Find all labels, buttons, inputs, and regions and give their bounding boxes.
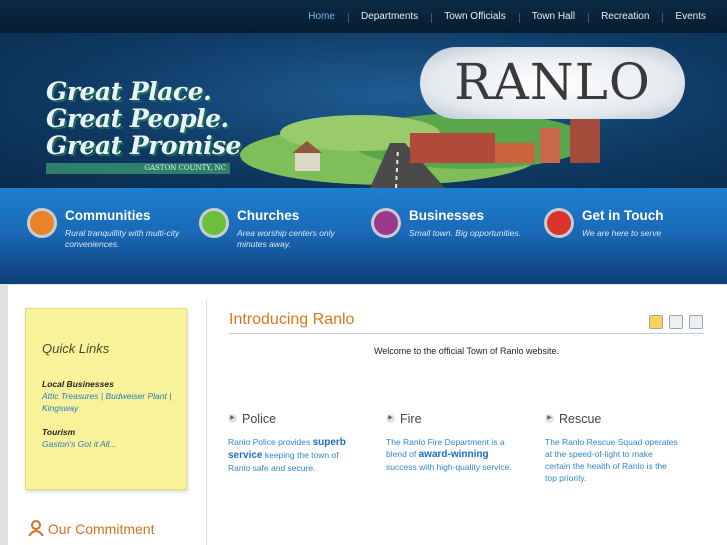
check-icon — [27, 208, 57, 238]
nav-town-officials[interactable]: Town Officials — [431, 11, 519, 23]
quick-links-business-links[interactable]: Attic Treasures | Budweiser Plant | King… — [42, 390, 172, 414]
tagline: Great Place. Great People. Great Promise… — [46, 77, 250, 160]
tagline-line-3: Great Promise. — [46, 131, 250, 160]
feature-title: Businesses — [409, 208, 485, 223]
feature-title: Churches — [237, 208, 300, 223]
feature-desc: Small town. Big opportunities. — [409, 228, 521, 238]
rescue-column: Rescue The Ranlo Rescue Squad operates a… — [545, 412, 680, 484]
top-navigation: Home Departments Town Officials Town Hal… — [0, 0, 727, 33]
nav-recreation[interactable]: Recreation — [588, 11, 662, 23]
police-text: Ranlo Police provides superb service kee… — [228, 437, 346, 473]
page-tools — [649, 315, 703, 329]
card-icon — [371, 208, 401, 238]
feature-bar: Communities Rural tranquillity with mult… — [0, 188, 727, 284]
commitment-label: Our Commitment — [47, 521, 155, 537]
ranlo-logo: RANLO — [420, 47, 685, 119]
person-icon — [28, 520, 44, 537]
commitment-heading: Our Commitment — [28, 520, 154, 537]
fire-column: Fire The Ranlo Fire Department is a blen… — [386, 412, 521, 473]
fire-text: The Ranlo Fire Department is a blend of … — [386, 437, 512, 472]
feature-title: Communities — [65, 208, 151, 223]
column-divider — [206, 300, 207, 545]
welcome-text: Welcome to the official Town of Ranlo we… — [373, 346, 560, 356]
quick-links-tourism-link[interactable]: Gaston's Got it All... — [42, 438, 172, 450]
email-icon[interactable] — [689, 315, 703, 329]
nav-departments[interactable]: Departments — [347, 11, 431, 23]
rescue-text: The Ranlo Rescue Squad operates at the s… — [545, 437, 678, 483]
page-title: Introducing Ranlo — [229, 311, 355, 328]
quick-links-note: Quick Links Local Businesses Attic Treas… — [25, 308, 187, 490]
feature-desc: We are here to serve — [582, 228, 662, 238]
nav-town-hall[interactable]: Town Hall — [518, 11, 588, 23]
arrow-right-icon — [199, 208, 229, 238]
tagline-line-2: Great People. — [46, 104, 229, 133]
print-icon[interactable] — [669, 315, 683, 329]
police-heading[interactable]: Police — [228, 412, 363, 426]
feature-desc: Area worship centers only minutes away. — [237, 228, 335, 249]
tagline-line-1: Great Place. — [46, 77, 212, 106]
logo-text: RANLO — [454, 53, 651, 111]
police-column: Police Ranlo Police provides superb serv… — [228, 412, 363, 474]
quick-links-section-title: Tourism — [42, 427, 76, 437]
nav-events[interactable]: Events — [662, 11, 719, 23]
bookmark-icon[interactable] — [649, 315, 663, 329]
header-banner: Great Place. Great People. Great Promise… — [0, 33, 727, 188]
quick-links-section-title: Local Businesses — [42, 379, 114, 389]
county-label: GASTON COUNTY, NC — [46, 163, 230, 174]
feature-desc: Rural tranquillity with multi-city conve… — [65, 228, 180, 249]
fire-heading[interactable]: Fire — [386, 412, 521, 426]
quick-links-heading: Quick Links — [42, 341, 110, 356]
rescue-heading[interactable]: Rescue — [545, 412, 680, 426]
feature-title: Get in Touch — [582, 208, 664, 223]
phone-icon — [544, 208, 574, 238]
title-divider — [229, 333, 704, 334]
nav-home[interactable]: Home — [295, 11, 348, 22]
